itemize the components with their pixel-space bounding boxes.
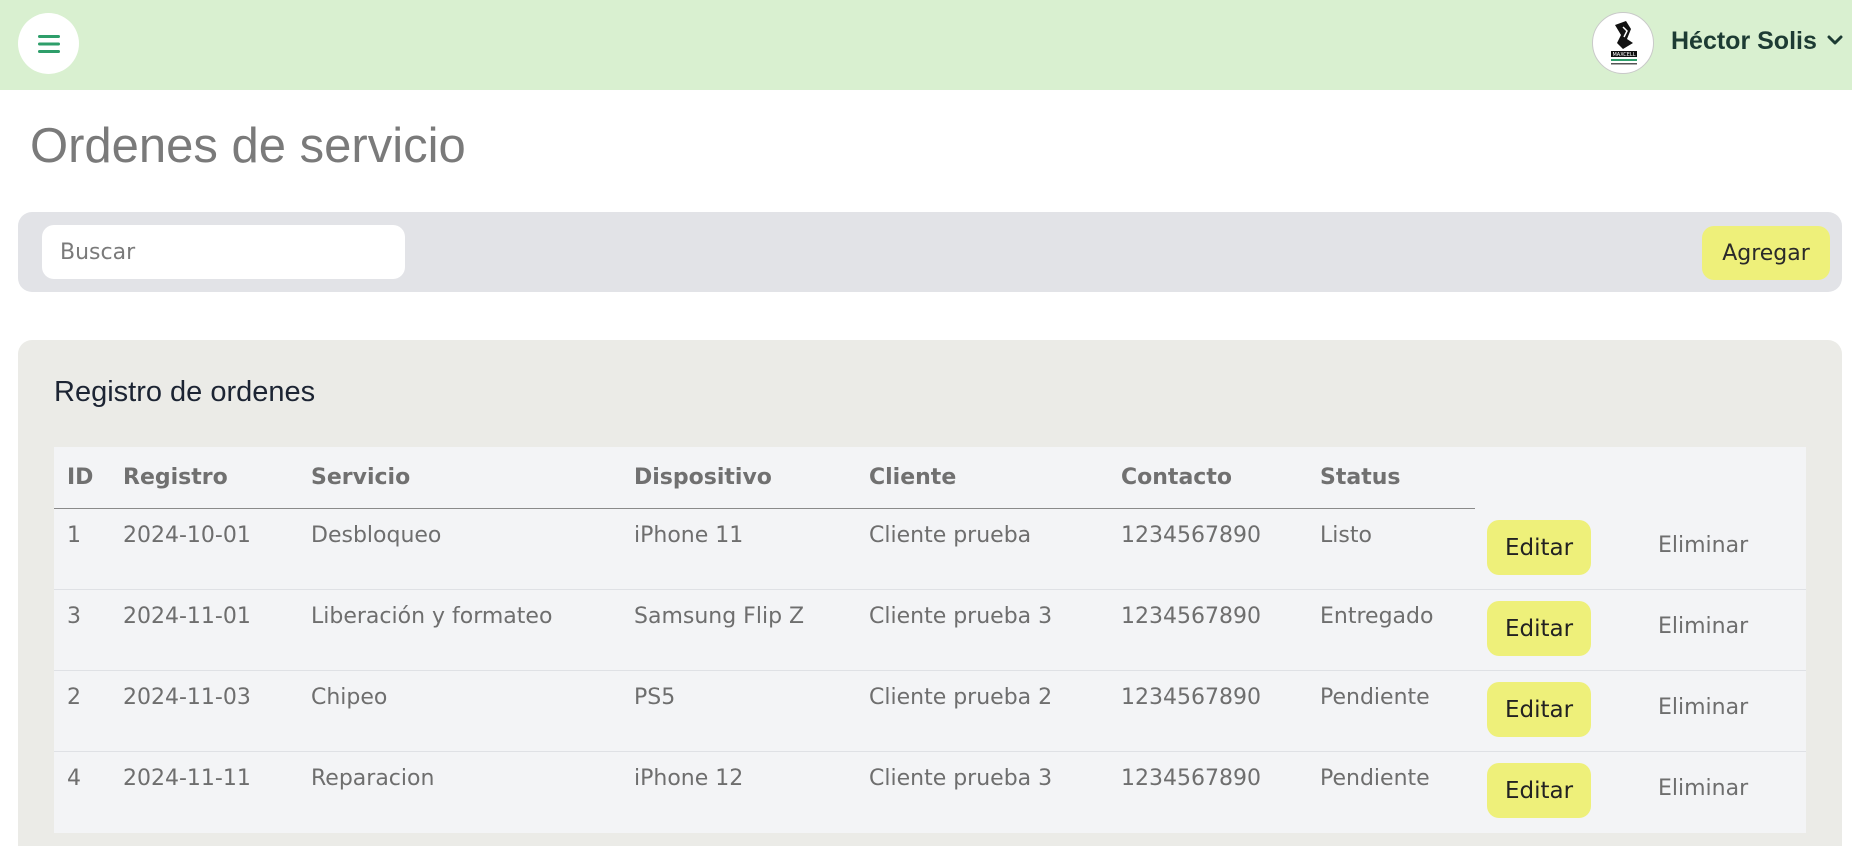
cell-dispositivo: PS5 bbox=[634, 685, 676, 710]
column-header-dispositivo: Dispositivo bbox=[634, 465, 772, 490]
table-row: 2 2024-11-03 Chipeo PS5 Cliente prueba 2… bbox=[54, 671, 1806, 752]
cell-contacto: 1234567890 bbox=[1121, 523, 1261, 548]
add-button[interactable]: Agregar bbox=[1702, 226, 1830, 280]
cell-id: 3 bbox=[67, 604, 81, 629]
table-row: 1 2024-10-01 Desbloqueo iPhone 11 Client… bbox=[54, 509, 1806, 590]
top-bar: MAXCELL Héctor Solis bbox=[0, 0, 1852, 90]
cell-cliente: Cliente prueba 3 bbox=[869, 604, 1053, 629]
column-header-cliente: Cliente bbox=[869, 465, 957, 490]
cell-status: Entregado bbox=[1320, 604, 1434, 629]
avatar: MAXCELL bbox=[1592, 12, 1654, 74]
delete-link[interactable]: Eliminar bbox=[1658, 776, 1748, 801]
cell-cliente: Cliente prueba 2 bbox=[869, 685, 1053, 710]
user-menu[interactable]: MAXCELL Héctor Solis bbox=[1592, 0, 1852, 90]
table-row: 3 2024-11-01 Liberación y formateo Samsu… bbox=[54, 590, 1806, 671]
edit-button[interactable]: Editar bbox=[1487, 682, 1591, 737]
delete-link[interactable]: Eliminar bbox=[1658, 533, 1748, 558]
cell-status: Pendiente bbox=[1320, 685, 1430, 710]
delete-link[interactable]: Eliminar bbox=[1658, 695, 1748, 720]
page-title: Ordenes de servicio bbox=[30, 119, 466, 173]
column-header-status: Status bbox=[1320, 465, 1401, 490]
cell-registro: 2024-11-11 bbox=[123, 766, 251, 791]
menu-button[interactable] bbox=[18, 13, 79, 74]
hamburger-menu-icon bbox=[37, 34, 60, 53]
cell-contacto: 1234567890 bbox=[1121, 766, 1261, 791]
panel-title: Registro de ordenes bbox=[54, 376, 316, 408]
cell-registro: 2024-11-01 bbox=[123, 604, 251, 629]
chevron-down-icon[interactable] bbox=[1827, 34, 1843, 46]
toolbar: Agregar bbox=[18, 212, 1842, 292]
cell-servicio: Reparacion bbox=[311, 766, 435, 791]
column-header-servicio: Servicio bbox=[311, 465, 411, 490]
column-header-registro: Registro bbox=[123, 465, 228, 490]
cell-status: Listo bbox=[1320, 523, 1372, 548]
edit-button[interactable]: Editar bbox=[1487, 763, 1591, 818]
table-header: ID Registro Servicio Dispositivo Cliente… bbox=[54, 447, 1806, 509]
cell-registro: 2024-11-03 bbox=[123, 685, 251, 710]
cell-dispositivo: iPhone 11 bbox=[634, 523, 744, 548]
cell-contacto: 1234567890 bbox=[1121, 685, 1261, 710]
delete-link[interactable]: Eliminar bbox=[1658, 614, 1748, 639]
orders-table: ID Registro Servicio Dispositivo Cliente… bbox=[54, 447, 1806, 833]
cell-servicio: Liberación y formateo bbox=[311, 604, 553, 629]
cell-id: 4 bbox=[67, 766, 81, 791]
edit-button[interactable]: Editar bbox=[1487, 601, 1591, 656]
cell-id: 2 bbox=[67, 685, 81, 710]
cell-id: 1 bbox=[67, 523, 81, 548]
cell-dispositivo: Samsung Flip Z bbox=[634, 604, 805, 629]
edit-button[interactable]: Editar bbox=[1487, 520, 1591, 575]
company-logo-avatar: MAXCELL bbox=[1611, 21, 1637, 65]
table-row: 4 2024-11-11 Reparacion iPhone 12 Client… bbox=[54, 752, 1806, 833]
cell-servicio: Chipeo bbox=[311, 685, 388, 710]
column-header-id: ID bbox=[67, 465, 94, 490]
cell-contacto: 1234567890 bbox=[1121, 604, 1261, 629]
cell-registro: 2024-10-01 bbox=[123, 523, 251, 548]
svg-text:MAXCELL: MAXCELL bbox=[1612, 52, 1635, 58]
cell-status: Pendiente bbox=[1320, 766, 1430, 791]
cell-cliente: Cliente prueba bbox=[869, 523, 1032, 548]
cell-servicio: Desbloqueo bbox=[311, 523, 442, 548]
user-name: Héctor Solis bbox=[1671, 27, 1817, 55]
orders-panel: Registro de ordenes ID Registro Servicio… bbox=[18, 340, 1842, 846]
cell-dispositivo: iPhone 12 bbox=[634, 766, 744, 791]
cell-cliente: Cliente prueba 3 bbox=[869, 766, 1053, 791]
column-header-contacto: Contacto bbox=[1121, 465, 1232, 490]
search-input[interactable] bbox=[42, 225, 405, 279]
